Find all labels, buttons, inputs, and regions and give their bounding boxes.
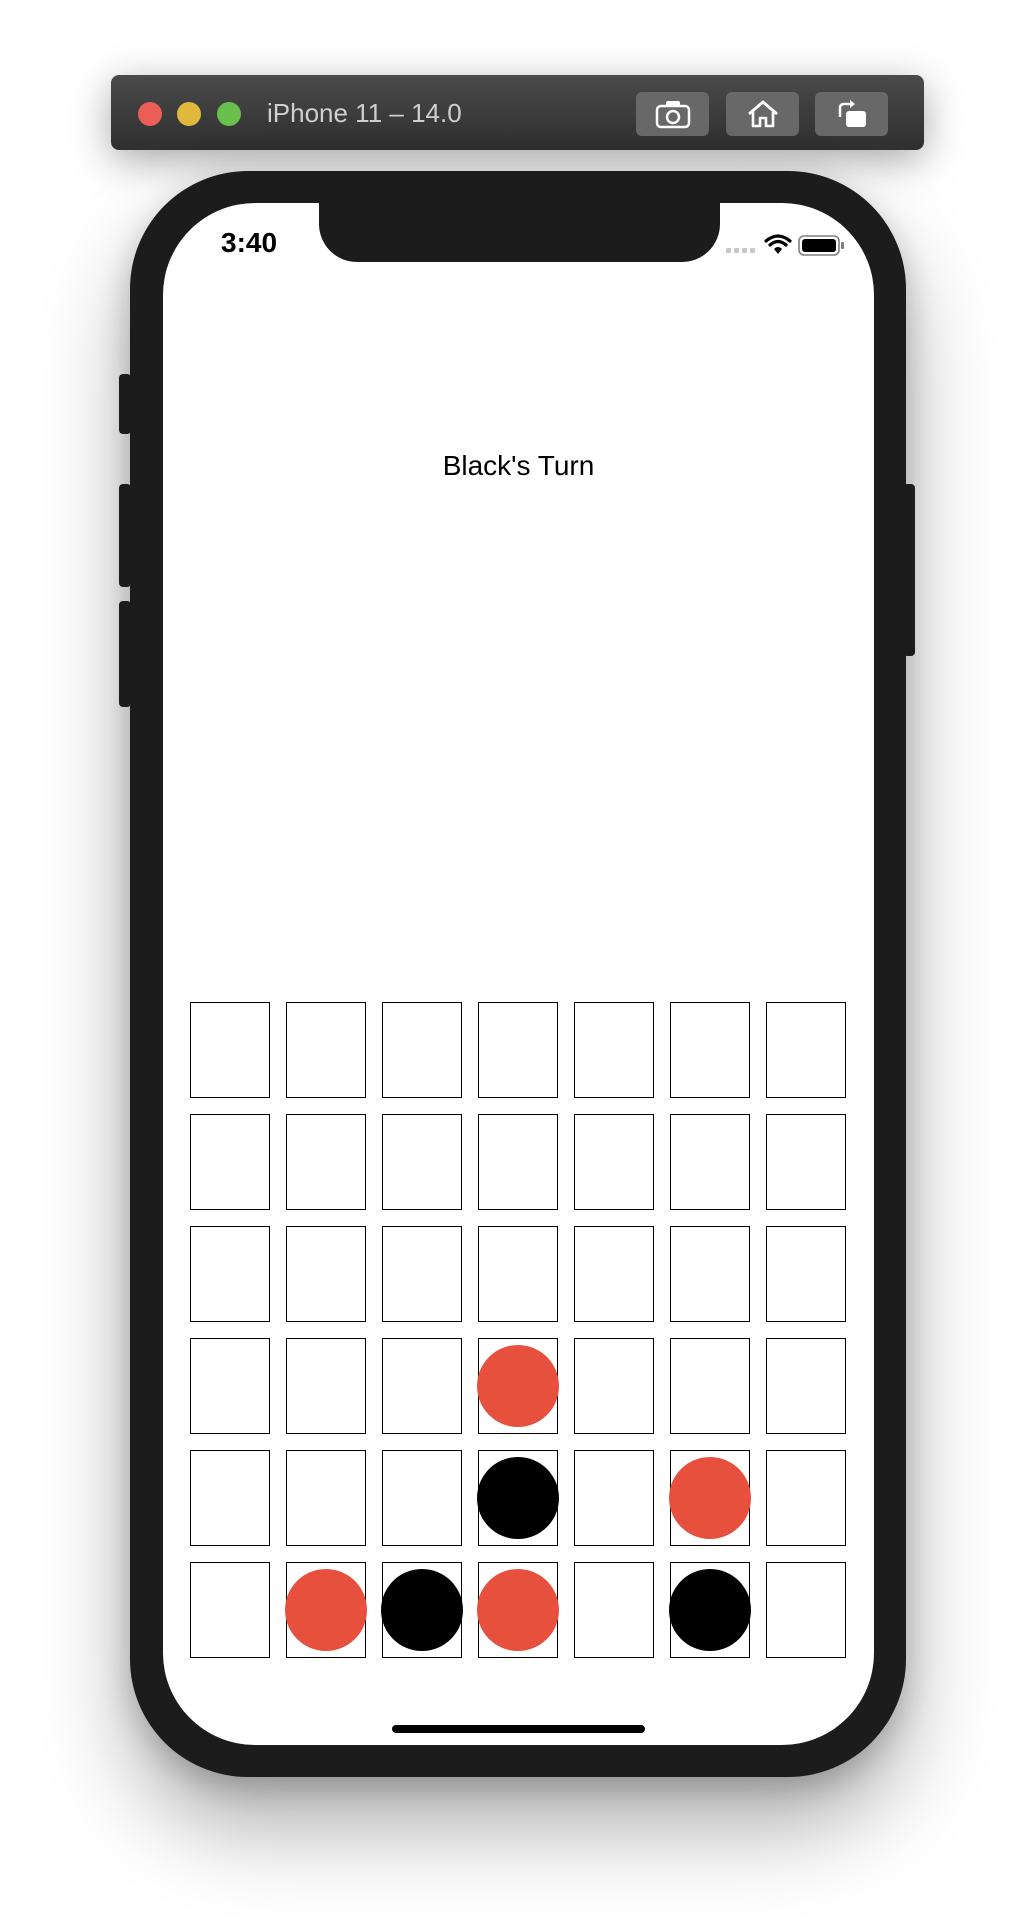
rotate-button[interactable] [815, 92, 888, 136]
board-cell[interactable] [381, 1562, 463, 1658]
board-cell[interactable] [574, 1450, 654, 1546]
black-disc [477, 1457, 559, 1539]
board-cell[interactable] [190, 1114, 270, 1210]
board-cell[interactable] [190, 1562, 270, 1658]
board-cell[interactable] [286, 1002, 366, 1098]
board-cell[interactable] [286, 1450, 366, 1546]
board-cell[interactable] [190, 1338, 270, 1434]
home-indicator[interactable] [392, 1725, 645, 1733]
board-cell[interactable] [766, 1562, 846, 1658]
silent-switch [119, 374, 131, 434]
board-cell[interactable] [478, 1002, 558, 1098]
board-cell[interactable] [286, 1338, 366, 1434]
window-minimize-button[interactable] [177, 102, 201, 126]
home-icon [748, 100, 778, 128]
board-cell[interactable] [669, 1562, 751, 1658]
power-button [903, 484, 915, 656]
board-cell[interactable] [766, 1338, 846, 1434]
board-cell[interactable] [766, 1114, 846, 1210]
volume-down-button [119, 601, 131, 707]
board-cell[interactable] [478, 1114, 558, 1210]
board-cell[interactable] [766, 1226, 846, 1322]
status-time: 3:40 [221, 227, 278, 258]
black-disc [669, 1569, 751, 1651]
board-cell[interactable] [382, 1226, 462, 1322]
screenshot-button[interactable] [636, 92, 709, 136]
board-cell[interactable] [574, 1114, 654, 1210]
rotate-icon [838, 100, 866, 127]
status-icons [726, 233, 846, 264]
board-cell[interactable] [286, 1114, 366, 1210]
board-cell[interactable] [670, 1226, 750, 1322]
simulator-title: iPhone 11 – 14.0 [267, 98, 462, 128]
board-cell[interactable] [477, 1338, 559, 1434]
board-cell[interactable] [190, 1002, 270, 1098]
board-cell[interactable] [670, 1338, 750, 1434]
window-zoom-button[interactable] [217, 102, 241, 126]
home-button[interactable] [726, 92, 799, 136]
board-cell[interactable] [285, 1562, 367, 1658]
red-disc [285, 1569, 367, 1651]
board-cell[interactable] [574, 1562, 654, 1658]
wifi-icon [764, 234, 792, 254]
window-close-button[interactable] [138, 102, 162, 126]
turn-label: Black's Turn [442, 450, 595, 481]
red-disc [669, 1457, 751, 1539]
board-cell[interactable] [382, 1002, 462, 1098]
notch [319, 203, 720, 262]
volume-up-button [119, 484, 131, 587]
board-cell[interactable] [574, 1002, 654, 1098]
board-cell[interactable] [574, 1226, 654, 1322]
board-cell[interactable] [382, 1450, 462, 1546]
board-cell[interactable] [190, 1450, 270, 1546]
cellular-signal-icon [726, 248, 755, 253]
board-cell[interactable] [382, 1338, 462, 1434]
phone-screen: 3:40 Black's Turn [163, 203, 874, 1745]
board-cell[interactable] [670, 1002, 750, 1098]
board-cell[interactable] [286, 1226, 366, 1322]
board-cell[interactable] [190, 1226, 270, 1322]
simulator-title-bar: iPhone 11 – 14.0 [111, 75, 924, 150]
red-disc [477, 1569, 559, 1651]
black-disc [381, 1569, 463, 1651]
board-cell[interactable] [477, 1562, 559, 1658]
screenshot-icon [655, 101, 691, 129]
board-cell[interactable] [670, 1114, 750, 1210]
board-cell[interactable] [669, 1450, 751, 1546]
board-cell[interactable] [382, 1114, 462, 1210]
red-disc [477, 1345, 559, 1427]
board-cell[interactable] [766, 1002, 846, 1098]
battery-icon [798, 235, 844, 256]
board-cell[interactable] [766, 1450, 846, 1546]
board-cell[interactable] [574, 1338, 654, 1434]
board-cell[interactable] [478, 1226, 558, 1322]
board-cell[interactable] [477, 1450, 559, 1546]
